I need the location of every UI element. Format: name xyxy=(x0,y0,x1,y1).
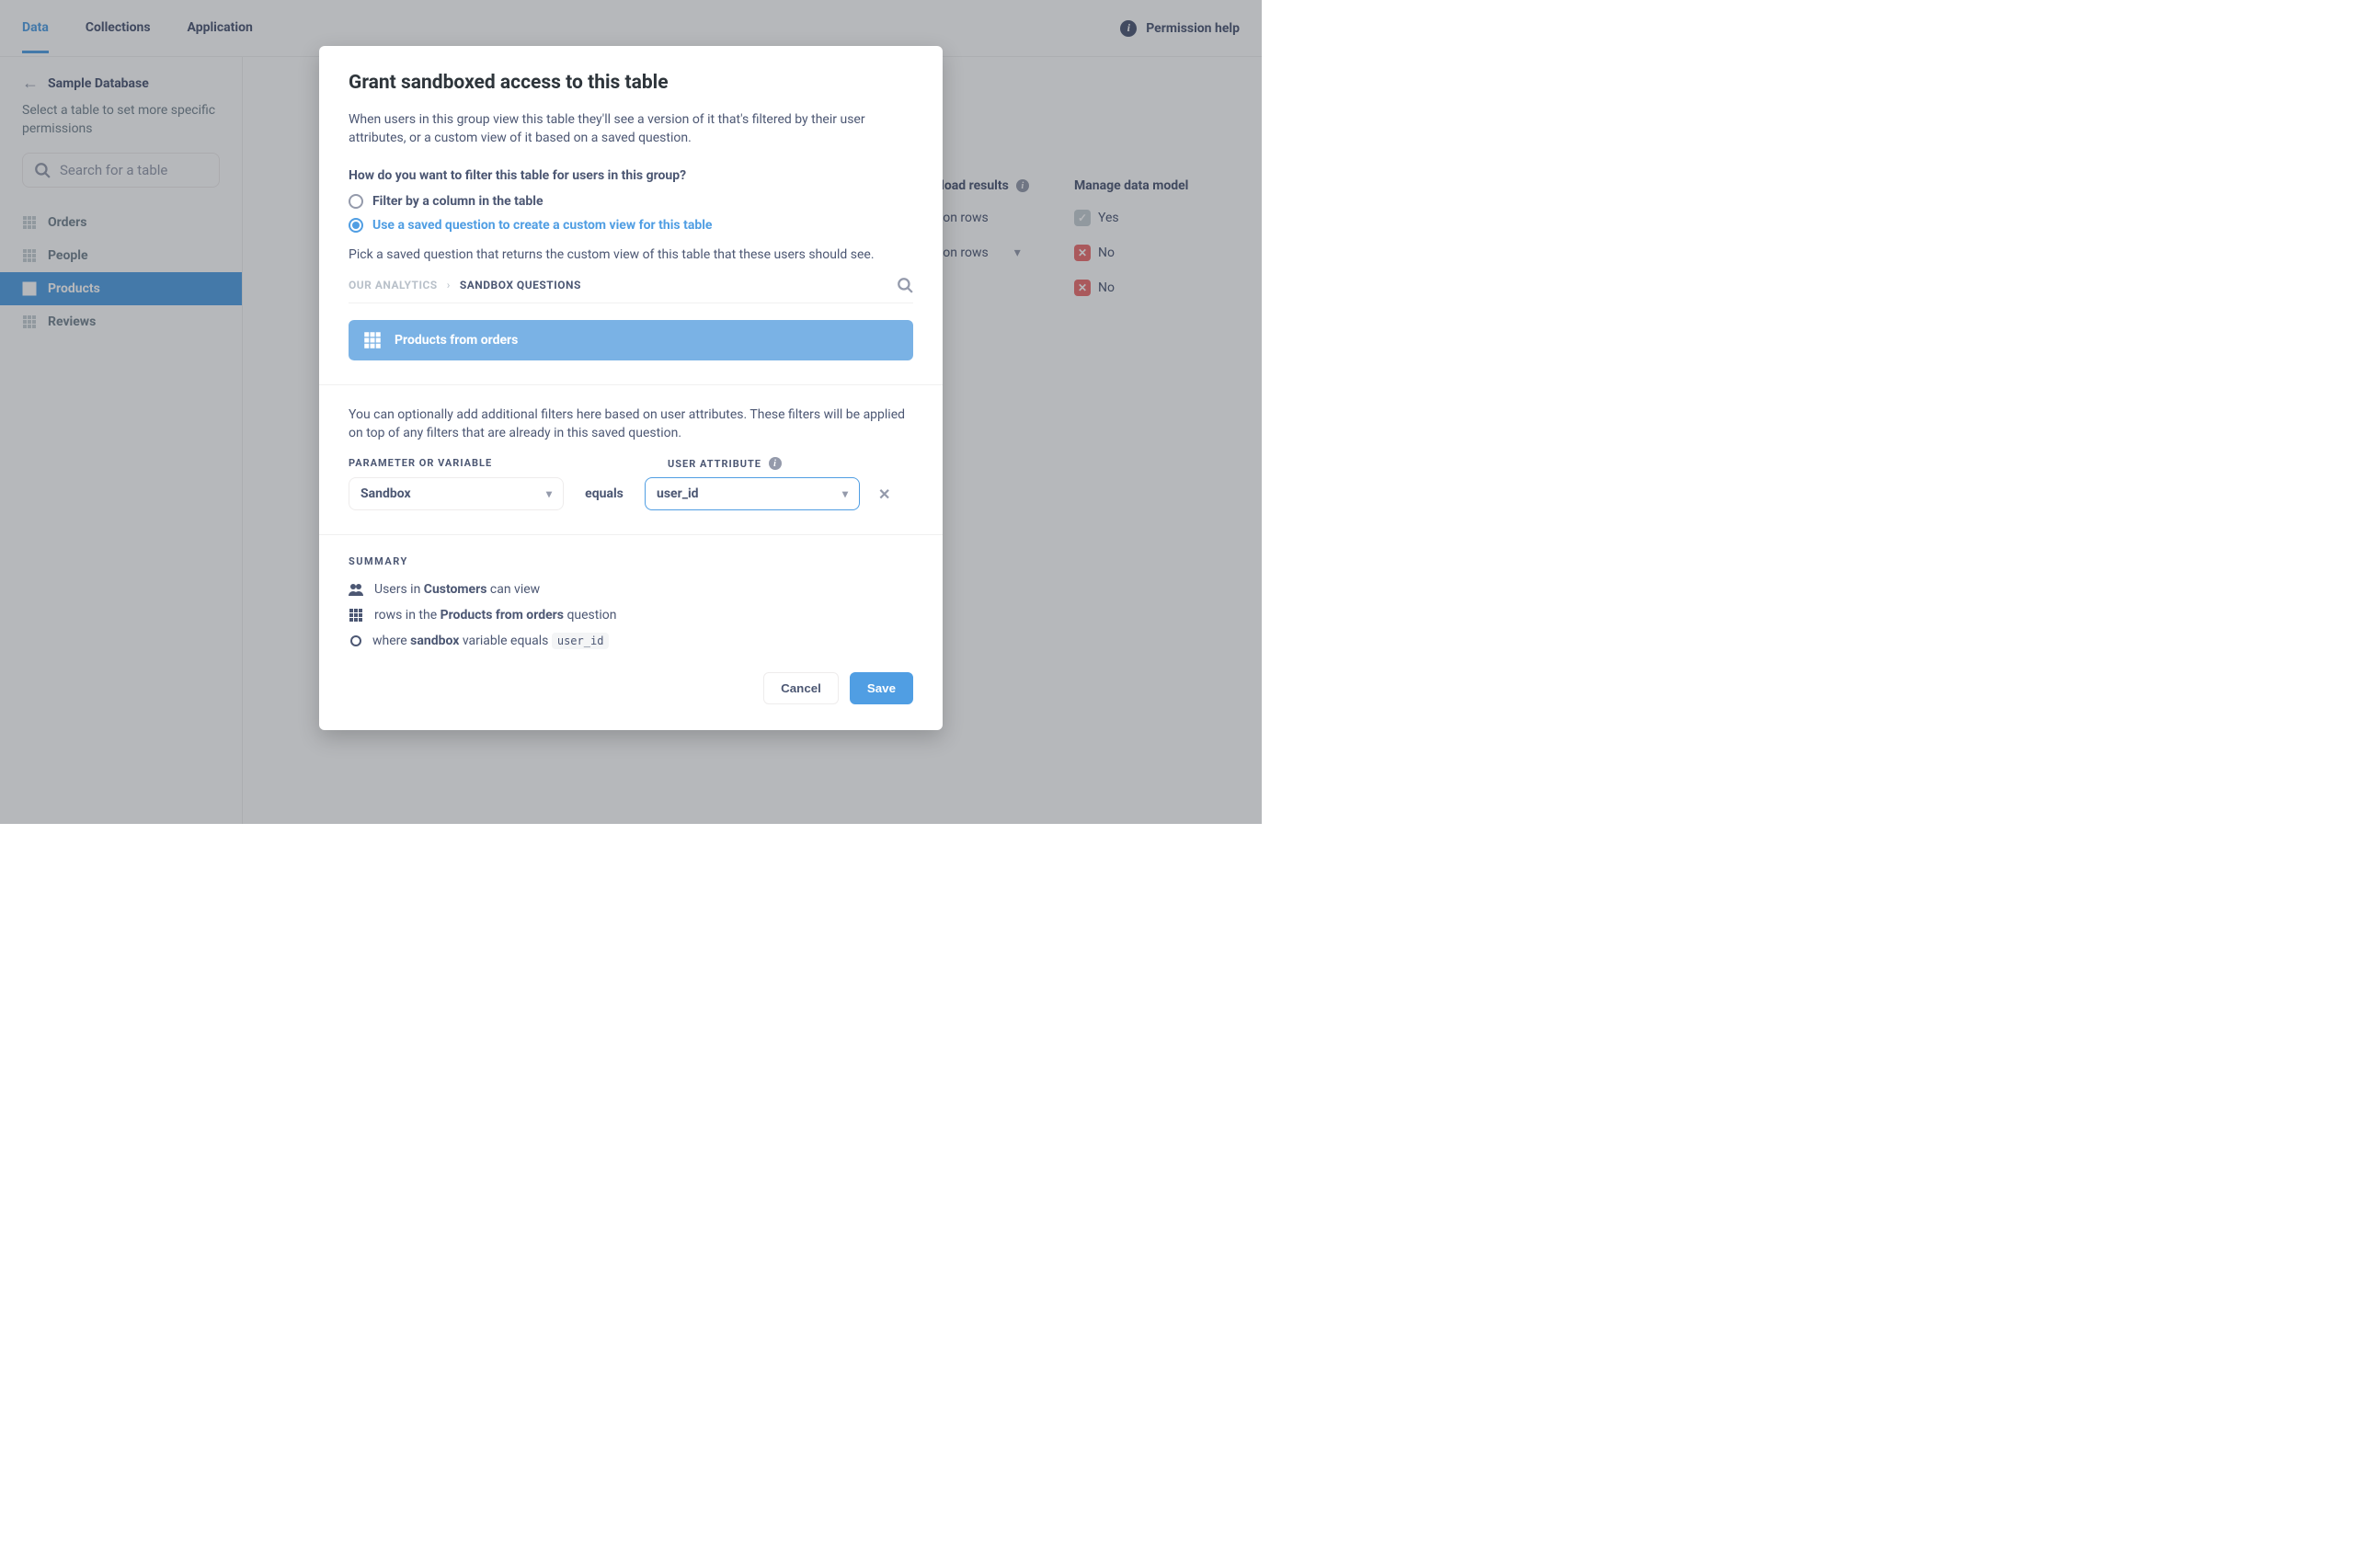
chevron-right-icon: › xyxy=(447,279,451,291)
chevron-down-icon: ▾ xyxy=(842,487,848,500)
sandbox-modal: Grant sandboxed access to this table Whe… xyxy=(319,46,943,730)
equals-text: equals xyxy=(578,486,630,501)
divider xyxy=(319,534,943,535)
user-attribute-select[interactable]: user_id ▾ xyxy=(645,477,860,510)
radio-filter-by-column[interactable]: Filter by a column in the table xyxy=(349,194,913,209)
filter-method-label: How do you want to filter this table for… xyxy=(349,168,913,183)
variable-icon xyxy=(350,635,361,646)
summary-row-where: where sandbox variable equals user_id xyxy=(349,634,913,648)
table-icon xyxy=(349,608,363,623)
parameter-select[interactable]: Sandbox ▾ xyxy=(349,477,564,510)
users-icon xyxy=(349,582,363,597)
label-user-attribute: USER ATTRIBUTE i xyxy=(668,457,782,470)
crumb-our-analytics[interactable]: OUR ANALYTICS xyxy=(349,279,438,291)
summary-title: SUMMARY xyxy=(349,555,913,567)
label-parameter: PARAMETER OR VARIABLE xyxy=(349,457,589,470)
remove-mapping-button[interactable]: ✕ xyxy=(878,486,890,503)
table-icon xyxy=(361,329,383,351)
modal-overlay[interactable]: Grant sandboxed access to this table Whe… xyxy=(0,0,1262,824)
radio-use-saved-question[interactable]: Use a saved question to create a custom … xyxy=(349,218,913,233)
optional-filters-text: You can optionally add additional filter… xyxy=(349,406,913,443)
divider xyxy=(319,384,943,385)
crumb-sandbox-questions[interactable]: SANDBOX QUESTIONS xyxy=(460,279,581,291)
attribute-mapping-row: Sandbox ▾ equals user_id ▾ ✕ xyxy=(349,477,913,510)
question-picker-crumbs: OUR ANALYTICS › SANDBOX QUESTIONS xyxy=(349,277,913,303)
chevron-down-icon: ▾ xyxy=(546,487,552,500)
pick-question-text: Pick a saved question that returns the c… xyxy=(349,246,913,264)
selected-question-label: Products from orders xyxy=(395,333,518,348)
picker-search[interactable] xyxy=(897,277,913,293)
radio-icon xyxy=(349,194,363,209)
cancel-button[interactable]: Cancel xyxy=(763,672,839,704)
info-icon: i xyxy=(769,457,782,470)
summary: SUMMARY Users in Customers can view rows… xyxy=(349,555,913,668)
search-icon xyxy=(897,277,913,293)
summary-row-rows: rows in the Products from orders questio… xyxy=(349,608,913,623)
modal-description: When users in this group view this table… xyxy=(349,110,913,148)
save-button[interactable]: Save xyxy=(850,672,913,704)
radio-icon xyxy=(349,218,363,233)
summary-row-users: Users in Customers can view xyxy=(349,582,913,597)
selected-question[interactable]: Products from orders xyxy=(349,320,913,360)
modal-title: Grant sandboxed access to this table xyxy=(349,72,913,94)
